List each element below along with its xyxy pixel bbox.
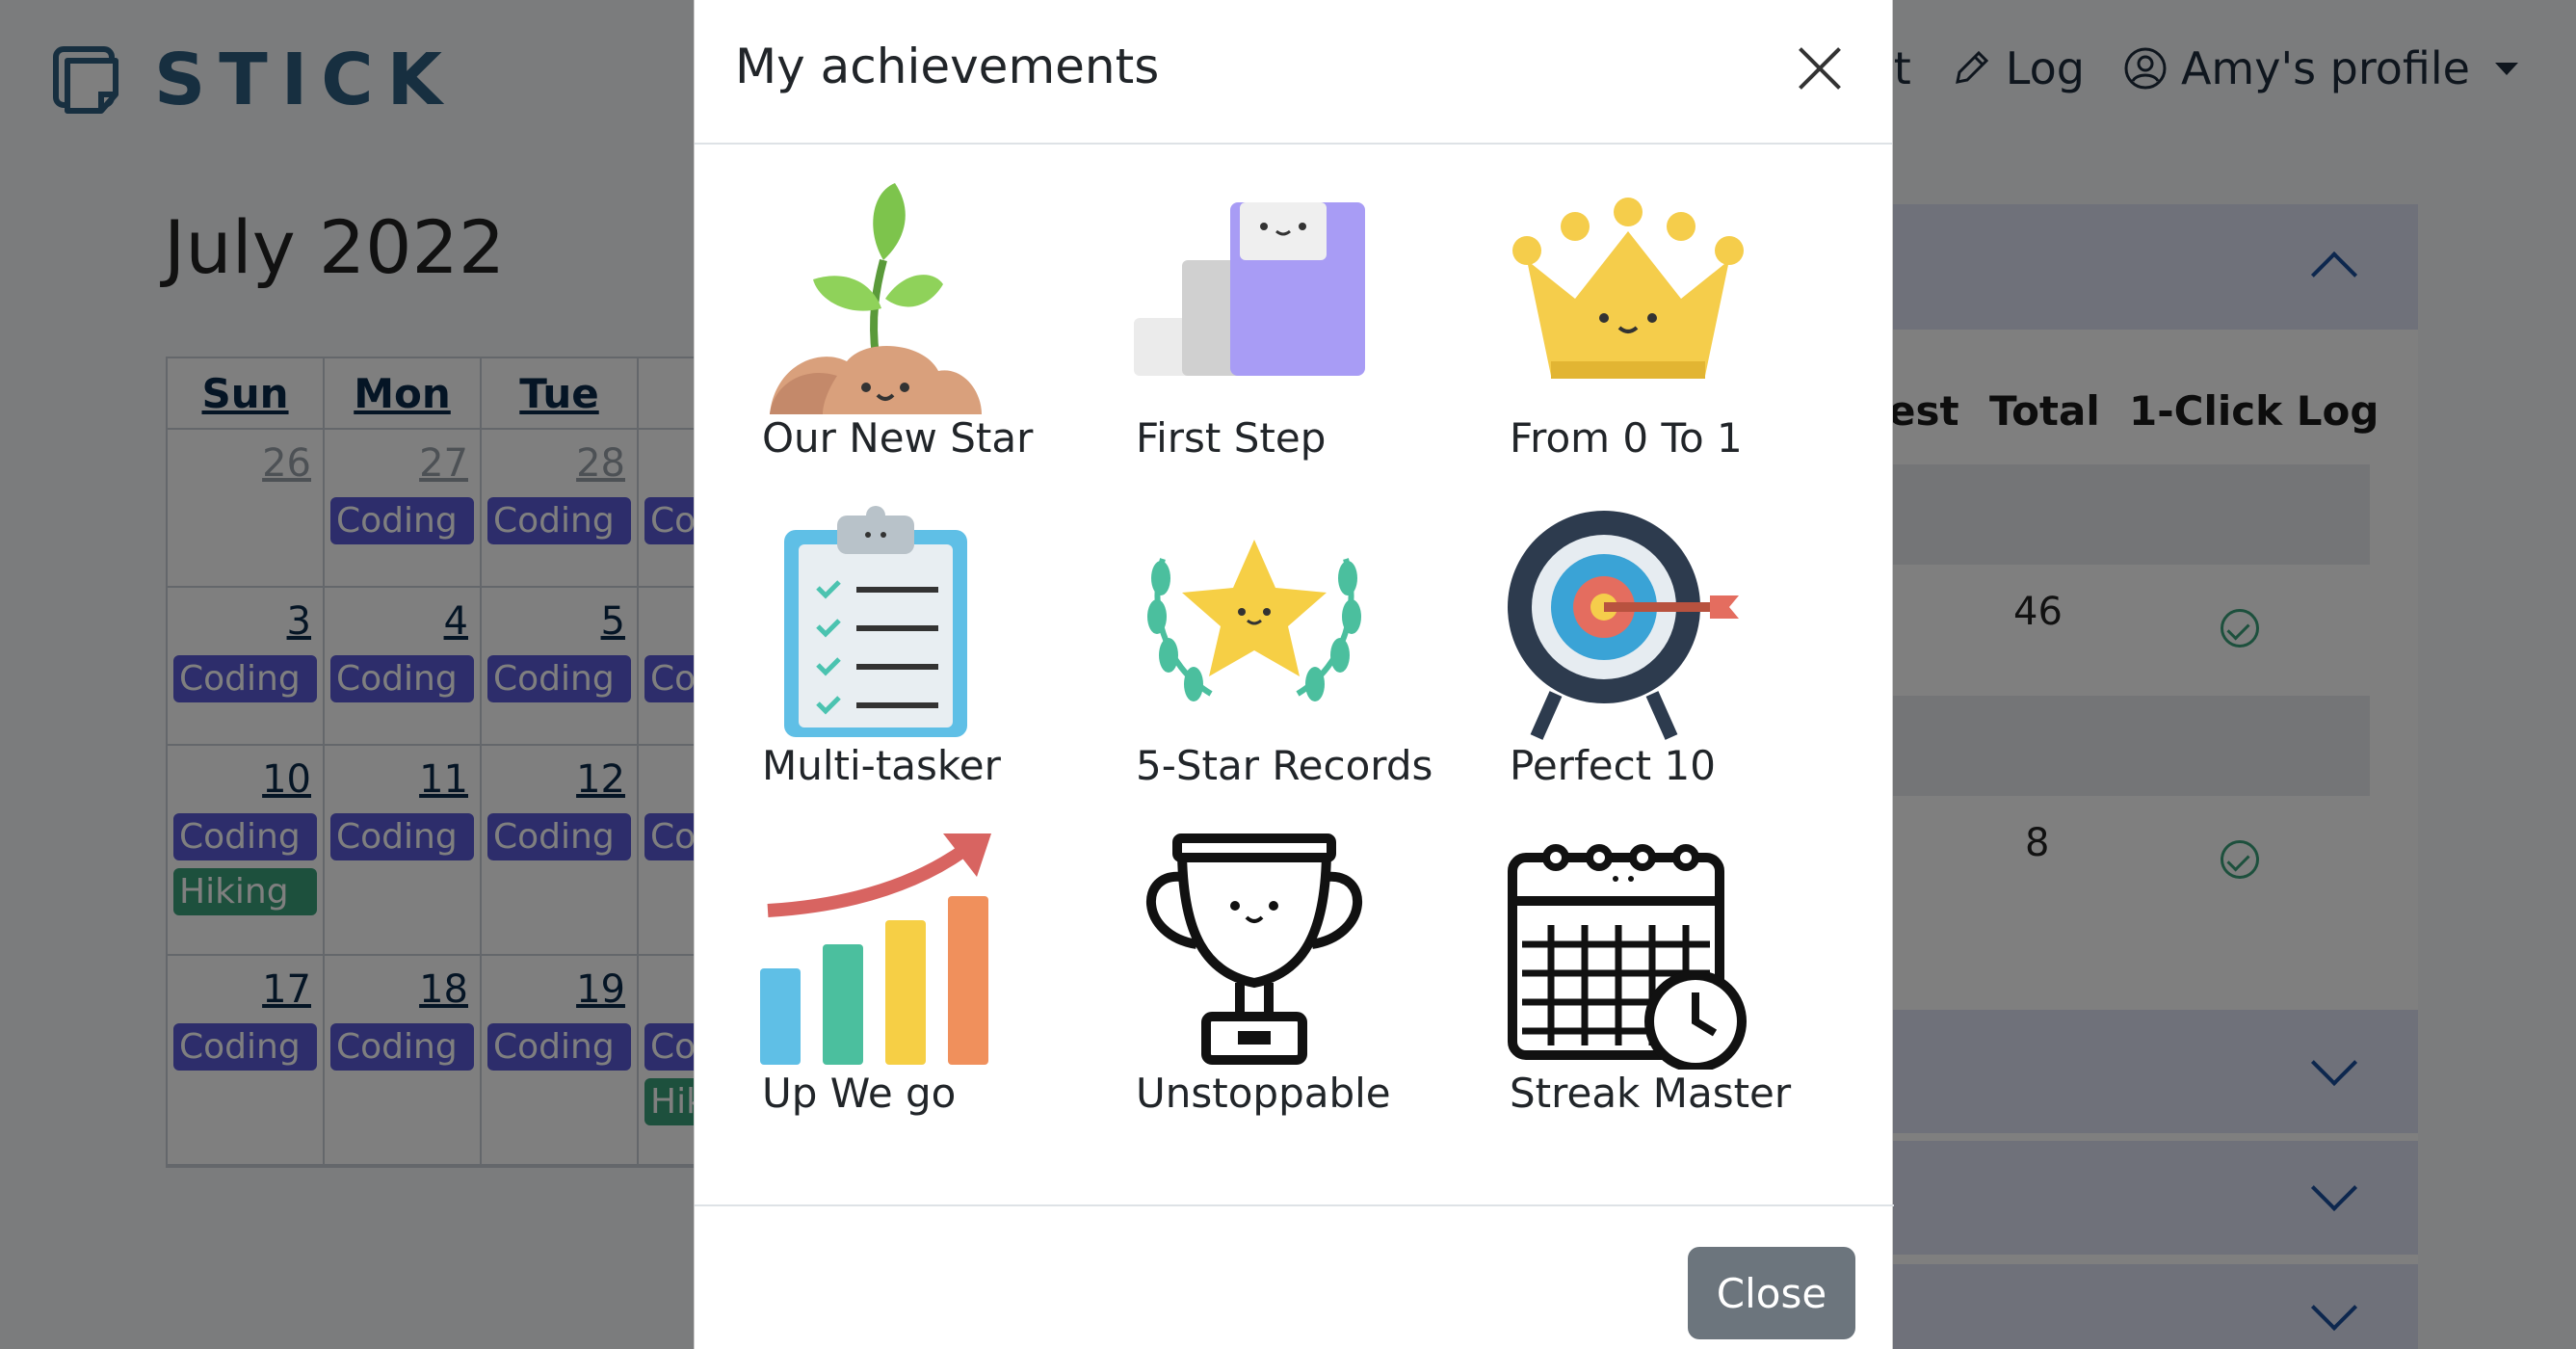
achievement-item: Unstoppable	[1134, 829, 1508, 1156]
calendar-clock-icon	[1508, 844, 1747, 1070]
achievement-item: Perfect 10	[1508, 501, 1881, 829]
clipboard-icon	[784, 506, 967, 737]
achievement-item: Up We go	[760, 829, 1134, 1156]
achievement-label: 5-Star Records	[1136, 742, 1433, 789]
achievement-item: 5-Star Records	[1134, 501, 1508, 829]
achievement-grid: Our New Star First Step From 0 To 1 Mult…	[760, 173, 1858, 1156]
trophy-icon	[1146, 833, 1362, 1065]
achievements-modal: My achievements Our New Star First Step …	[694, 0, 1894, 1349]
target-icon	[1508, 511, 1739, 740]
sprout-icon	[770, 183, 982, 414]
achievement-item: Streak Master	[1508, 829, 1881, 1156]
achievement-item: First Step	[1134, 173, 1508, 501]
achievement-label: Our New Star	[762, 414, 1034, 462]
achievement-label: Up We go	[762, 1070, 957, 1117]
achievement-label: Perfect 10	[1510, 742, 1716, 789]
modal-header: My achievements	[695, 0, 1892, 145]
achievement-label: Multi-tasker	[762, 742, 1001, 789]
close-icon[interactable]	[1796, 44, 1844, 93]
achievement-label: Unstoppable	[1136, 1070, 1391, 1117]
achievement-label: First Step	[1136, 414, 1327, 462]
close-button[interactable]: Close	[1688, 1247, 1855, 1339]
growth-chart-icon	[760, 833, 991, 1065]
achievement-label: Streak Master	[1510, 1070, 1792, 1117]
achievement-item: Our New Star	[760, 173, 1134, 501]
modal-title: My achievements	[735, 39, 1160, 94]
achievement-label: From 0 To 1	[1510, 414, 1743, 462]
achievement-item: Multi-tasker	[760, 501, 1134, 829]
modal-footer: Close	[695, 1204, 1894, 1349]
achievement-item: From 0 To 1	[1508, 173, 1881, 501]
steps-icon	[1134, 202, 1365, 376]
star-laurel-icon	[1147, 540, 1361, 701]
crown-icon	[1512, 198, 1744, 379]
